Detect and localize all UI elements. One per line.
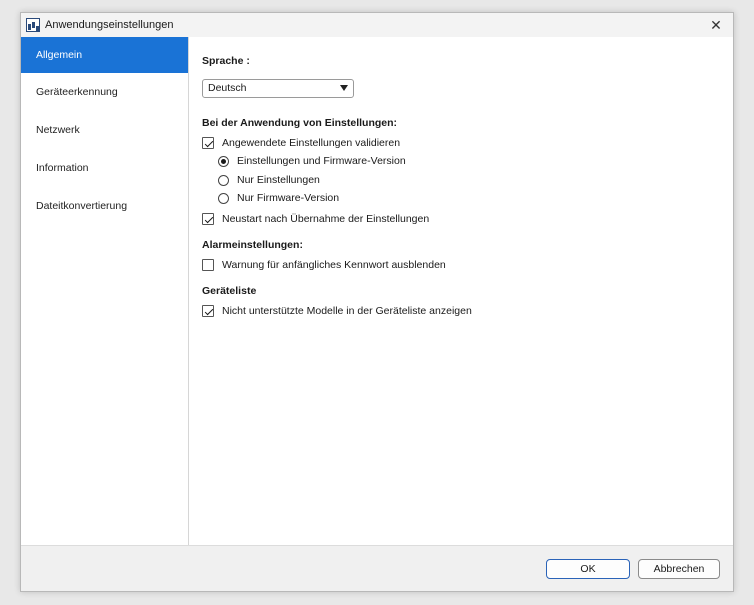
settings-dialog: Anwendungseinstellungen ✕ Allgemein Gerä… bbox=[20, 12, 734, 592]
radio-settings-only-label: Nur Einstellungen bbox=[237, 174, 320, 186]
radio-firmware-only-label: Nur Firmware-Version bbox=[237, 192, 340, 204]
close-icon[interactable]: ✕ bbox=[707, 16, 725, 34]
sidebar-item-dateikonvertierung[interactable]: Dateitkonvertierung bbox=[21, 187, 188, 225]
validate-settings-option[interactable]: Angewendete Einstellungen validieren bbox=[202, 135, 400, 151]
restart-label: Neustart nach Übernahme der Einstellunge… bbox=[222, 213, 430, 225]
radio-firmware-only-button[interactable] bbox=[218, 192, 229, 204]
device-list-heading: Geräteliste bbox=[202, 285, 257, 297]
unsupported-models-option[interactable]: Nicht unterstützte Modelle in der Geräte… bbox=[202, 303, 472, 319]
radio-settings-only[interactable]: Nur Einstellungen bbox=[218, 172, 320, 188]
radio-settings-and-firmware[interactable]: Einstellungen und Firmware-Version bbox=[218, 153, 406, 169]
restart-checkbox[interactable] bbox=[202, 213, 214, 225]
unsupported-models-label: Nicht unterstützte Modelle in der Geräte… bbox=[222, 305, 472, 317]
radio-settings-only-button[interactable] bbox=[218, 174, 229, 186]
ok-button[interactable]: OK bbox=[546, 559, 630, 579]
general-settings-panel: Sprache : Deutsch Bei der Anwendung von … bbox=[202, 37, 722, 547]
restart-option[interactable]: Neustart nach Übernahme der Einstellunge… bbox=[202, 211, 429, 227]
sidebar-item-netzwerk[interactable]: Netzwerk bbox=[21, 111, 188, 149]
app-icon bbox=[26, 18, 40, 32]
radio-firmware-only[interactable]: Nur Firmware-Version bbox=[218, 190, 339, 206]
cancel-button[interactable]: Abbrechen bbox=[638, 559, 720, 579]
alarm-password-label: Warnung für anfängliches Kennwort ausble… bbox=[222, 259, 446, 271]
sidebar: Allgemein Geräteerkennung Netzwerk Infor… bbox=[21, 37, 189, 547]
dialog-footer: OK Abbrechen bbox=[21, 545, 733, 591]
unsupported-models-checkbox[interactable] bbox=[202, 305, 214, 317]
title-bar: Anwendungseinstellungen ✕ bbox=[21, 13, 733, 37]
sidebar-item-allgemein[interactable]: Allgemein bbox=[21, 37, 188, 73]
dropdown-arrow-icon bbox=[340, 85, 348, 91]
radio-settings-and-firmware-button[interactable] bbox=[218, 155, 229, 167]
validate-settings-checkbox[interactable] bbox=[202, 137, 214, 149]
language-label: Sprache : bbox=[202, 55, 250, 67]
language-select-value: Deutsch bbox=[208, 82, 247, 94]
sidebar-item-geraeteerkennung[interactable]: Geräteerkennung bbox=[21, 73, 188, 111]
apply-settings-heading: Bei der Anwendung von Einstellungen: bbox=[202, 117, 398, 129]
alarm-password-checkbox[interactable] bbox=[202, 259, 214, 271]
alarm-settings-heading: Alarmeinstellungen: bbox=[202, 239, 303, 251]
sidebar-item-information[interactable]: Information bbox=[21, 149, 188, 187]
language-select[interactable]: Deutsch bbox=[202, 79, 354, 98]
validate-settings-label: Angewendete Einstellungen validieren bbox=[222, 137, 401, 149]
window-title: Anwendungseinstellungen bbox=[45, 19, 174, 31]
radio-settings-and-firmware-label: Einstellungen und Firmware-Version bbox=[237, 155, 406, 167]
alarm-password-option[interactable]: Warnung für anfängliches Kennwort ausble… bbox=[202, 257, 446, 273]
